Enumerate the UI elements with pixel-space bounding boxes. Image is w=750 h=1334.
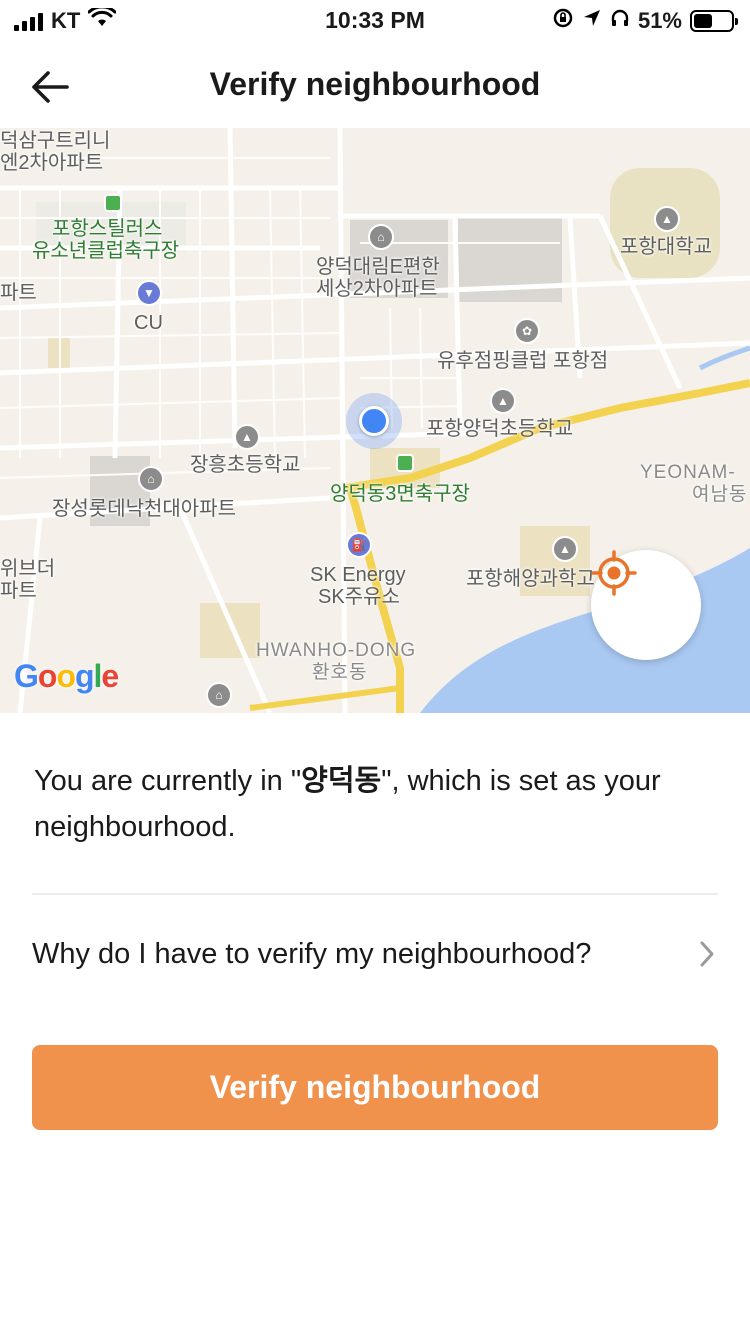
home-marker-icon: ⌂ (368, 224, 394, 250)
location-arrow-icon (582, 8, 602, 34)
status-right: 51% (552, 7, 738, 35)
recenter-location-button[interactable] (591, 550, 701, 660)
map-label: 포항해양과학고 (466, 568, 595, 590)
school-marker-icon: ▲ (234, 424, 260, 450)
map-label: 유소년클럽축구장 (32, 240, 180, 262)
chevron-right-icon (692, 939, 722, 969)
school-marker-icon: ▲ (654, 206, 680, 232)
headphones-icon (610, 8, 630, 34)
map-label: 장성롯데낙천대아파트 (52, 498, 236, 520)
map-label: 파트 (0, 580, 37, 602)
orientation-lock-icon (552, 7, 574, 35)
attraction-marker-icon: ✿ (514, 318, 540, 344)
park-marker-icon (104, 194, 122, 212)
map-label: 위브더 (0, 558, 56, 580)
why-verify-label: Why do I have to verify my neighbourhood… (32, 937, 592, 970)
map-label: 세상2차아파트 (316, 278, 438, 300)
map-label: SK주유소 (318, 586, 400, 608)
info-prefix: You are currently in " (34, 765, 302, 797)
google-logo-letter: G (14, 658, 39, 694)
map-label: 포항양덕초등학교 (426, 418, 574, 440)
map-view[interactable]: 덕삼구트리니 엔2차아파트 포항스틸러스 유소년클럽축구장 파트 CU 양덕대림… (0, 128, 750, 713)
shop-marker-icon: ▼ (136, 280, 162, 306)
divider (32, 893, 718, 895)
map-label: CU (134, 312, 163, 334)
school-marker-icon: ▲ (490, 388, 516, 414)
verify-neighbourhood-button[interactable]: Verify neighbourhood (32, 1045, 718, 1130)
battery-icon (690, 10, 738, 32)
google-logo: Google (14, 658, 119, 695)
page-title: Verify neighbourhood (209, 66, 541, 102)
battery-percent: 51% (637, 8, 682, 33)
google-logo-letter: e (101, 658, 119, 694)
map-label: 양덕동3면축구장 (330, 483, 470, 505)
current-neighbourhood-message: You are currently in "양덕동", which is set… (34, 758, 714, 850)
map-label: 여남동 (692, 484, 748, 505)
navigation-bar: Verify neighbourhood (0, 44, 750, 128)
map-label: 장흥초등학교 (190, 454, 301, 476)
crosshair-target-icon (591, 550, 637, 596)
map-label: YEONAM- (640, 462, 736, 483)
map-label: 엔2차아파트 (0, 152, 104, 174)
map-label: 포항스틸러스 (52, 218, 163, 240)
map-label: 포항대학교 (620, 236, 712, 258)
map-label: 덕삼구트리니 (0, 130, 111, 152)
park-marker-icon (396, 454, 414, 472)
current-location-dot-icon (359, 406, 389, 436)
why-verify-row[interactable]: Why do I have to verify my neighbourhood… (32, 920, 722, 988)
home-marker-icon: ⌂ (206, 682, 232, 708)
google-logo-letter: o (37, 658, 58, 694)
gas-station-marker-icon: ⛽ (346, 532, 372, 558)
map-label: 파트 (0, 282, 37, 304)
school-marker-icon: ▲ (552, 536, 578, 562)
map-label: HWANHO-DONG (256, 640, 417, 661)
google-logo-letter: g (74, 658, 95, 694)
map-label: SK Energy (310, 564, 406, 586)
map-label: 유후점핑클럽 포항점 (437, 350, 609, 372)
map-label: 양덕대림E편한 (316, 256, 440, 278)
status-bar: KT 10:33 PM 51% (0, 0, 750, 40)
battery-level (694, 14, 713, 28)
home-marker-icon: ⌂ (138, 466, 164, 492)
neighbourhood-name: 양덕동 (301, 765, 382, 797)
map-label: 환호동 (312, 662, 368, 683)
google-logo-letter: o (56, 658, 76, 694)
